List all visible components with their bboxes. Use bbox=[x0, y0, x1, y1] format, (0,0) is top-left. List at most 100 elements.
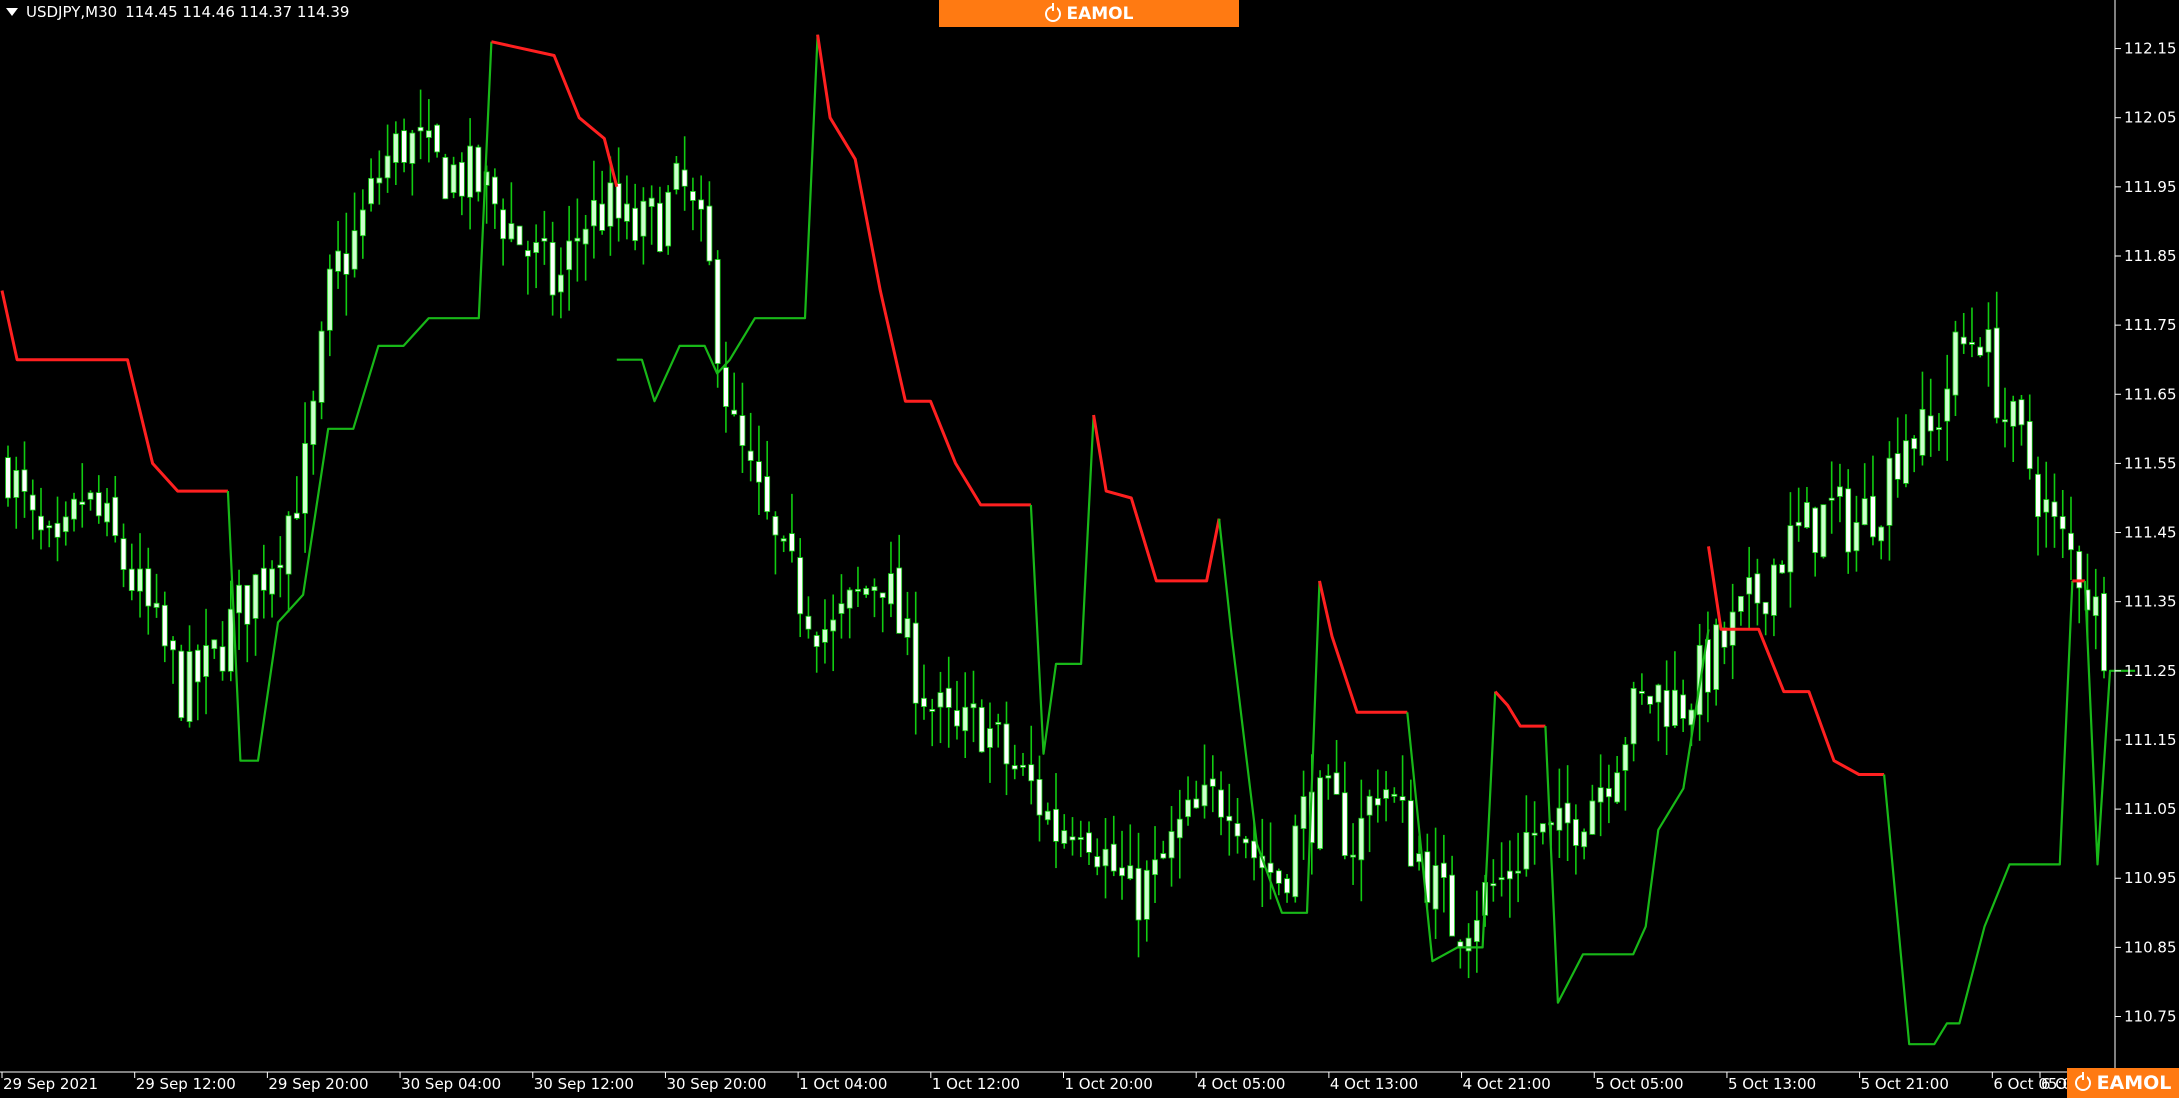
candle-body bbox=[318, 330, 325, 403]
candle-body bbox=[277, 564, 284, 569]
candle-body bbox=[79, 501, 86, 505]
candle-body bbox=[401, 130, 407, 163]
candle-body bbox=[104, 502, 110, 523]
time-tick-label: 5 Oct 05:00 bbox=[1595, 1075, 1683, 1093]
dropdown-triangle-icon[interactable] bbox=[6, 8, 18, 16]
price-tick-label: 112.15 bbox=[2124, 40, 2177, 58]
watermark-text: EAMOL bbox=[1066, 3, 1134, 24]
candle-body bbox=[813, 635, 820, 648]
candle-body bbox=[112, 496, 119, 537]
candle-body bbox=[2010, 400, 2017, 427]
candle-body bbox=[1812, 507, 1819, 554]
price-chart[interactable]: 112.15 112.05 111.95 111.85 111.75 111.65 111.… bbox=[0, 0, 2179, 1098]
candle-body bbox=[13, 470, 20, 498]
candle-body bbox=[1069, 836, 1076, 841]
price-axis: 112.15 112.05 111.95 111.85 111.75 111.65 111.… bbox=[2115, 40, 2177, 1026]
candle-body bbox=[1795, 521, 1802, 527]
candle-body bbox=[690, 191, 696, 201]
time-tick-label: 30 Sep 20:00 bbox=[666, 1075, 766, 1093]
candle-body bbox=[1003, 723, 1010, 765]
candle-body bbox=[1647, 695, 1654, 705]
candle-body bbox=[1985, 329, 1992, 353]
candle-body bbox=[1440, 862, 1447, 878]
candle-body bbox=[145, 568, 152, 607]
candle-body bbox=[789, 533, 795, 552]
candle-body bbox=[1119, 867, 1125, 877]
candle-body bbox=[1020, 764, 1026, 768]
candle-body bbox=[1977, 346, 1984, 356]
candle-body bbox=[2026, 421, 2033, 470]
plot-background bbox=[0, 0, 2179, 1098]
candle-body bbox=[1589, 800, 1596, 835]
candle-body bbox=[1267, 862, 1274, 873]
candle-body bbox=[1383, 789, 1389, 799]
candle-body bbox=[260, 567, 267, 591]
candle-body bbox=[2051, 501, 2058, 518]
candle-body bbox=[161, 604, 168, 647]
candle-body bbox=[310, 400, 317, 445]
candle-body bbox=[211, 639, 218, 650]
candle-body bbox=[128, 568, 135, 592]
candle-body bbox=[1630, 688, 1637, 745]
candle-body bbox=[1102, 848, 1109, 867]
candle-body bbox=[219, 646, 226, 672]
chart-header: USDJPY,M30 114.45 114.46 114.37 114.39 bbox=[6, 3, 349, 21]
time-tick-label: 29 Sep 20:00 bbox=[268, 1075, 368, 1093]
candle-body bbox=[1804, 502, 1810, 528]
candle-body bbox=[566, 240, 573, 271]
time-tick-label: 1 Oct 12:00 bbox=[932, 1075, 1020, 1093]
price-tick-label: 111.85 bbox=[2124, 247, 2177, 265]
candle-body bbox=[425, 130, 432, 138]
candle-body bbox=[2018, 399, 2025, 426]
candle-body bbox=[1275, 870, 1282, 884]
candle-body bbox=[1498, 877, 1505, 881]
candle-body bbox=[797, 557, 804, 615]
candle-body bbox=[1341, 792, 1348, 857]
candle-body bbox=[805, 615, 812, 630]
candle-body bbox=[937, 692, 944, 708]
candle-body bbox=[95, 492, 102, 517]
candle-body bbox=[1738, 595, 1744, 612]
candle-body bbox=[1771, 564, 1777, 616]
candle-body bbox=[698, 199, 705, 210]
candle-body bbox=[640, 200, 647, 237]
candle-body bbox=[87, 492, 94, 500]
candle-body bbox=[1787, 525, 1794, 573]
candle-body bbox=[1061, 830, 1068, 844]
candle-body bbox=[203, 645, 209, 677]
candle-body bbox=[1837, 486, 1843, 497]
candle-body bbox=[1077, 837, 1084, 840]
candle-body bbox=[1127, 865, 1134, 880]
candle-body bbox=[1432, 865, 1439, 910]
candle-body bbox=[1911, 438, 1918, 450]
candle-body bbox=[912, 622, 919, 704]
power-icon bbox=[1044, 2, 1061, 22]
candle-body bbox=[2035, 473, 2041, 518]
candle-body bbox=[1209, 778, 1216, 787]
candle-body bbox=[1506, 870, 1513, 880]
candle-body bbox=[1572, 819, 1579, 846]
candle-body bbox=[1581, 831, 1588, 848]
candle-body bbox=[1853, 522, 1860, 552]
candle-body bbox=[723, 367, 729, 407]
candle-body bbox=[632, 207, 639, 242]
time-tick-label: 29 Sep 2021 bbox=[3, 1075, 98, 1093]
candle-body bbox=[351, 230, 358, 270]
candle-body bbox=[1564, 802, 1571, 824]
candle-body bbox=[516, 225, 523, 246]
candle-body bbox=[450, 164, 457, 194]
price-tick-label: 111.15 bbox=[2124, 731, 2177, 749]
candle-body bbox=[1878, 526, 1885, 542]
candle-body bbox=[1539, 823, 1546, 833]
candle-body bbox=[1779, 564, 1786, 574]
candle-body bbox=[1828, 497, 1835, 501]
candle-body bbox=[1086, 832, 1092, 853]
candle-body bbox=[1762, 601, 1769, 615]
price-tick-label: 111.35 bbox=[2124, 593, 2177, 611]
candle-body bbox=[1655, 684, 1662, 703]
candle-body bbox=[888, 573, 894, 605]
candle-body bbox=[1094, 856, 1101, 868]
candle-body bbox=[1605, 788, 1612, 798]
candle-body bbox=[665, 191, 672, 247]
candle-body bbox=[368, 177, 374, 205]
